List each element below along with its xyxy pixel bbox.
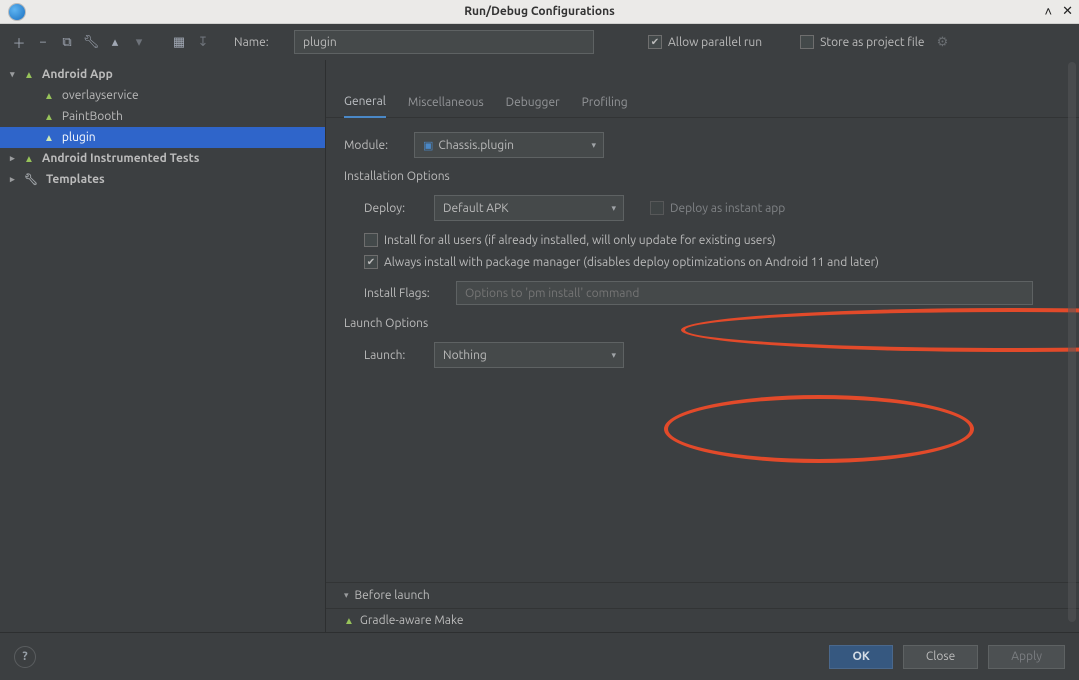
tree-node-plugin[interactable]: ▲ plugin [0,127,325,148]
run-debug-config-window: Run/Debug Configurations ˄ ✕ ＋ − ⧉ 🔧︎ ▴ … [0,0,1079,680]
remove-icon[interactable]: − [36,35,50,49]
android-icon: ▲ [44,132,54,144]
up-icon[interactable]: ▴ [108,35,122,49]
annotation-ellipse [664,395,974,463]
tree-label: plugin [62,131,96,144]
name-label: Name: [234,36,276,49]
install-all-users-label: Install for all users (if already instal… [384,234,776,247]
app-icon [8,3,26,21]
scrollbar-thumb[interactable] [1068,62,1076,622]
deploy-instant-label: Deploy as instant app [670,202,785,215]
close-icon[interactable]: ✕ [1062,4,1073,19]
install-options-heading: Installation Options [344,170,1061,183]
install-flags-label: Install Flags: [364,287,444,300]
before-launch-header[interactable]: ▾ Before launch [326,583,1079,608]
tree-node-android-app[interactable]: ▾ ▲ Android App [0,64,325,85]
help-button[interactable]: ? [14,646,36,668]
module-select[interactable]: ▣ Chassis.plugin [414,132,604,158]
ok-button[interactable]: OK [829,645,892,669]
config-tree-sidebar: ▾ ▲ Android App ▲ overlayservice ▲ Paint… [0,60,326,632]
module-label: Module: [344,139,402,152]
deploy-value: Default APK [443,202,509,215]
allow-parallel-label: Allow parallel run [668,36,762,49]
tree-label: Android App [42,68,113,81]
before-launch-item[interactable]: ▲ Gradle-aware Make [326,608,1079,632]
gear-icon[interactable]: ⚙︎ [937,35,949,50]
copy-icon[interactable]: ⧉ [60,35,74,49]
always-pm-label: Always install with package manager (dis… [384,256,879,269]
tree-node-overlayservice[interactable]: ▲ overlayservice [0,85,325,106]
tree-label: Templates [46,173,105,186]
wrench-icon: 🔧︎ [24,173,38,186]
deploy-label: Deploy: [364,202,422,215]
add-icon[interactable]: ＋ [12,35,26,49]
module-icon: ▣ [423,139,433,152]
tab-debugger[interactable]: Debugger [506,96,560,117]
module-value: Chassis.plugin [438,139,514,152]
close-button[interactable]: Close [903,645,978,669]
tab-miscellaneous[interactable]: Miscellaneous [408,96,484,117]
config-tabs: General Miscellaneous Debugger Profiling [326,60,1079,118]
minimize-icon[interactable]: ˄ [1045,4,1053,19]
folder-icon[interactable]: ▦ [172,35,186,49]
deploy-select[interactable]: Default APK [434,195,624,221]
apply-button[interactable]: Apply [988,645,1065,669]
gradle-make-label: Gradle-aware Make [360,614,464,627]
install-flags-input[interactable] [456,281,1033,305]
sort-icon[interactable]: ↧ [196,35,210,49]
tab-general[interactable]: General [344,95,386,118]
chevron-down-icon: ▾ [344,590,349,601]
window-title: Run/Debug Configurations [464,5,615,18]
launch-options-heading: Launch Options [344,317,1061,330]
launch-label: Launch: [364,349,422,362]
android-icon: ▲ [44,111,54,123]
android-test-icon: ▲ [24,153,34,165]
store-project-label: Store as project file [820,36,924,49]
config-toolbar: ＋ − ⧉ 🔧︎ ▴ ▾ ▦ ↧ [0,24,222,60]
tree-label: overlayservice [62,89,139,102]
android-icon: ▲ [344,615,354,627]
store-project-checkbox[interactable] [800,35,814,49]
chevron-right-icon: ▸ [10,153,20,164]
tab-profiling[interactable]: Profiling [582,96,628,117]
wrench-icon[interactable]: 🔧︎ [84,35,98,49]
scrollbar[interactable] [1068,60,1076,582]
install-all-users-checkbox[interactable] [364,233,378,247]
tree-node-paintbooth[interactable]: ▲ PaintBooth [0,106,325,127]
chevron-down-icon: ▾ [10,69,20,80]
deploy-instant-checkbox[interactable] [650,201,664,215]
tree-node-instrumented-tests[interactable]: ▸ ▲ Android Instrumented Tests [0,148,325,169]
launch-select[interactable]: Nothing [434,342,624,368]
allow-parallel-checkbox[interactable] [648,35,662,49]
android-icon: ▲ [24,69,34,81]
launch-value: Nothing [443,349,487,362]
down-icon[interactable]: ▾ [132,35,146,49]
before-launch-label: Before launch [355,589,430,602]
always-pm-checkbox[interactable] [364,255,378,269]
tree-label: PaintBooth [62,110,123,123]
tree-label: Android Instrumented Tests [42,152,200,165]
titlebar: Run/Debug Configurations ˄ ✕ [0,0,1079,24]
tree-node-templates[interactable]: ▸ 🔧︎ Templates [0,169,325,190]
android-icon: ▲ [44,90,54,102]
name-input[interactable] [294,30,594,54]
chevron-right-icon: ▸ [10,174,20,185]
